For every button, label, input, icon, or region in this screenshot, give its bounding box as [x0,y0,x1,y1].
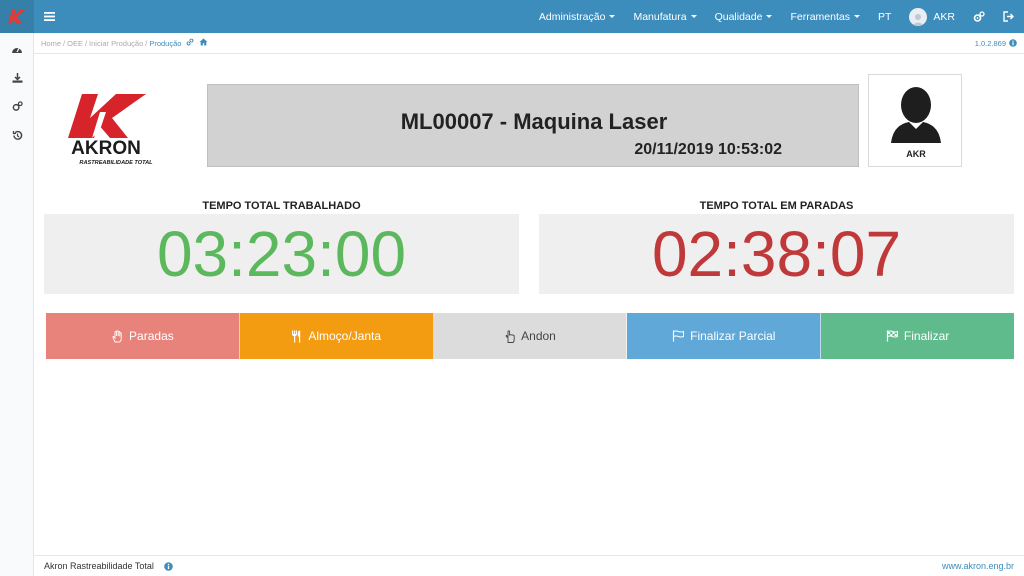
andon-button[interactable]: Andon [433,313,628,359]
navbar-right: Administração Manufatura Qualidade Ferra… [530,0,1024,33]
home-icon[interactable] [199,38,208,48]
akron-logo-icon: AKRON RASTREABILIDADE TOTAL [68,94,153,166]
settings-button[interactable] [964,0,994,33]
menu-administracao[interactable]: Administração [530,0,625,33]
machine-datetime: 20/11/2019 10:53:02 [634,141,782,158]
info-circle-icon [164,561,173,571]
menu-qualidade-label: Qualidade [714,10,763,23]
flag-checkered-icon [886,330,898,342]
breadcrumb-iniciar-producao[interactable]: Iniciar Produção [89,39,143,48]
top-navbar: Administração Manufatura Qualidade Ferra… [0,0,1024,33]
stopped-time-display: 02:38:07 [539,214,1014,294]
breadcrumb-oee[interactable]: OEE [67,39,83,48]
almoco-janta-label: Almoço/Janta [308,329,382,343]
menu-ferramentas[interactable]: Ferramentas [781,0,869,33]
sidebar-item-download[interactable] [0,63,34,92]
hamburger-icon [43,12,55,21]
footer-company: Akron Rastreabilidade Total [44,561,154,571]
finalizar-parcial-label: Finalizar Parcial [690,329,776,343]
logo-tagline-text: RASTREABILIDADE TOTAL [79,160,153,166]
footer-info-button[interactable] [164,561,173,571]
breadcrumb-home[interactable]: Home [41,39,61,48]
paradas-label: Paradas [129,329,174,343]
caret-down-icon [690,15,697,18]
worked-time-display: 03:23:00 [44,214,519,294]
user-menu[interactable]: AKR [900,0,964,33]
finalizar-button[interactable]: Finalizar [821,313,1014,359]
stopped-time-label: TEMPO TOTAL EM PARADAS [699,200,854,212]
user-avatar [909,7,928,26]
user-silhouette-icon [912,13,925,26]
flag-outline-icon [673,330,685,342]
menu-administracao-label: Administração [538,10,606,23]
hand-pointer-icon [505,329,515,343]
akron-mini-logo-icon [8,9,25,24]
menu-toggle-button[interactable] [34,0,64,33]
menu-manufatura[interactable]: Manufatura [624,0,705,33]
info-circle-icon[interactable] [1009,39,1017,47]
breadcrumb: Home / OEE / Iniciar Produção / Produção… [34,33,1024,54]
logout-button[interactable] [994,0,1024,33]
left-sidebar [0,33,34,576]
sidebar-item-settings[interactable] [0,92,34,121]
caret-down-icon [609,15,616,18]
sign-out-icon [1003,11,1014,22]
caret-down-icon [853,15,860,18]
machine-title: ML00007 - Maquina Laser [400,109,668,134]
paradas-button[interactable]: Paradas [46,313,240,359]
operator-name: AKR [906,149,926,159]
gears-icon [973,10,985,22]
menu-ferramentas-label: Ferramentas [790,10,850,23]
finalizar-parcial-button[interactable]: Finalizar Parcial [627,313,822,359]
operator-avatar-icon [891,87,941,143]
machine-header: ML00007 - Maquina Laser 20/11/2019 10:53… [207,84,859,167]
cutlery-icon [292,330,301,342]
menu-qualidade[interactable]: Qualidade [706,0,782,33]
breadcrumb-separator: / [63,38,66,48]
dashboard-icon [12,46,22,53]
version-label: 1.0.2.869 [974,38,1006,48]
caret-down-icon [766,15,773,18]
user-name-label: AKR [933,10,955,23]
gears-icon [12,101,23,111]
menu-manufatura-label: Manufatura [633,10,687,23]
sidebar-item-history[interactable] [0,121,34,150]
sidebar-item-dashboard[interactable] [0,34,34,63]
almoco-janta-button[interactable]: Almoço/Janta [239,313,434,359]
andon-label: Andon [521,329,556,343]
operator-card: AKR [868,74,962,167]
app-root: Administração Manufatura Qualidade Ferra… [0,0,1024,576]
footer-website-link[interactable]: www.akron.eng.br [942,561,1014,571]
language-label: PT [877,10,892,23]
link-icon[interactable] [186,38,194,48]
download-icon [12,72,22,83]
worked-time-label: TEMPO TOTAL TRABALHADO [202,200,361,212]
language-selector[interactable]: PT [869,0,900,33]
history-icon [12,130,22,140]
breadcrumb-separator: / [145,38,148,48]
akron-logo: AKRON RASTREABILIDADE TOTAL [54,90,158,168]
logo-name-text: AKRON [71,138,141,159]
finalizar-label: Finalizar [903,329,950,343]
hand-stop-icon [112,329,122,342]
version-info: 1.0.2.869 [975,39,1017,48]
action-buttons: Paradas Almoço/Janta Andon Finalizar Par… [46,313,1014,359]
brand-logo-mini[interactable] [0,0,34,33]
breadcrumb-separator: / [84,38,88,48]
breadcrumb-producao: Produção [149,38,182,48]
footer: Akron Rastreabilidade Total www.akron.en… [34,555,1024,576]
